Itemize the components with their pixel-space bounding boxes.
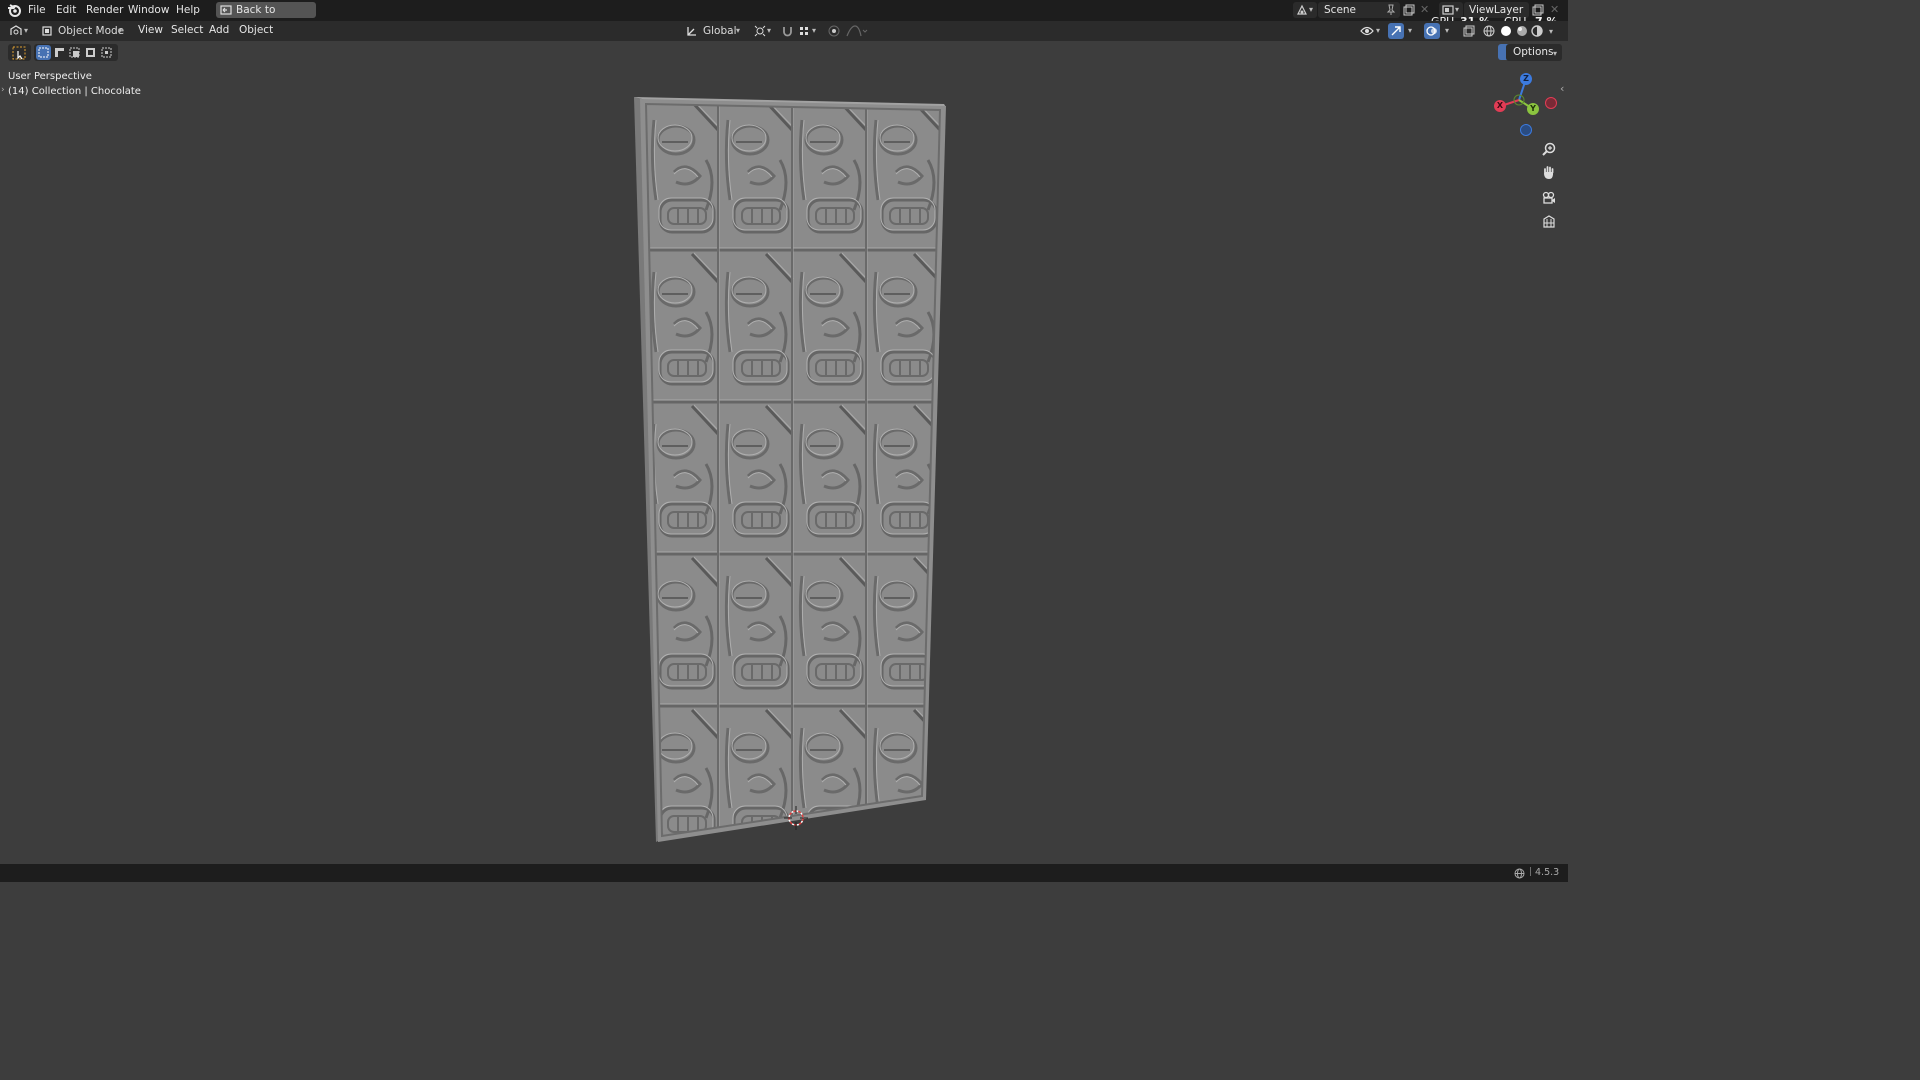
chevron-down-icon: ▾ xyxy=(767,26,772,35)
gizmo-icon xyxy=(1390,25,1402,37)
menu-window[interactable]: Window xyxy=(125,3,172,18)
snap-toggle-icon[interactable] xyxy=(781,25,794,37)
menu-edit[interactable]: Edit xyxy=(53,3,79,18)
select-intersect-icon[interactable] xyxy=(101,47,112,58)
shading-rendered-icon[interactable] xyxy=(1531,25,1543,37)
menu-add[interactable]: Add xyxy=(206,23,232,38)
3d-cursor-icon[interactable] xyxy=(784,806,808,830)
selection-mode-group xyxy=(34,44,118,61)
scene-icon xyxy=(1296,4,1308,16)
new-scene-icon[interactable] xyxy=(1403,4,1415,16)
back-icon xyxy=(220,4,232,16)
select-extend-icon[interactable] xyxy=(54,47,65,58)
collapse-arrow-icon[interactable]: › xyxy=(1,85,5,95)
hand-pan-icon xyxy=(1542,165,1556,180)
chocolate-bar-object[interactable] xyxy=(620,90,960,850)
gizmo-x-axis[interactable]: X xyxy=(1494,100,1506,112)
zoom-icon xyxy=(1542,142,1556,156)
back-to-previous-button[interactable]: Back to Previous xyxy=(216,2,316,32)
selection-mode-new[interactable] xyxy=(36,45,51,60)
visibility-dropdown[interactable]: ▾ xyxy=(1358,23,1384,39)
gizmo-z-axis[interactable]: Z xyxy=(1520,73,1532,85)
camera-icon xyxy=(1542,191,1556,205)
object-mode-dropdown[interactable]: Object Mode ▾ xyxy=(38,23,128,39)
pan-button[interactable] xyxy=(1538,162,1560,184)
xray-icon[interactable] xyxy=(1463,25,1475,37)
view-name: User Perspective xyxy=(8,71,92,82)
status-bar: | 4.5.3 xyxy=(0,864,1568,882)
transform-orientation-icon xyxy=(686,25,698,37)
scene-browse-button[interactable]: ▾ xyxy=(1293,2,1317,18)
chevron-down-icon: ▾ xyxy=(1553,49,1558,58)
chevron-down-icon: ▾ xyxy=(24,26,29,35)
transform-orientation-dropdown[interactable]: Global ▾ xyxy=(684,23,746,39)
menu-render[interactable]: Render xyxy=(83,3,126,18)
gizmo-y-axis[interactable]: Y xyxy=(1527,103,1539,115)
proportional-edit-icon[interactable] xyxy=(828,25,840,37)
gizmo-toggle[interactable]: ▾ xyxy=(1388,23,1416,39)
falloff-icon[interactable] xyxy=(846,25,868,37)
version-label: 4.5.3 xyxy=(1535,867,1560,878)
options-dropdown[interactable]: Options ▾ xyxy=(1506,44,1562,61)
top-bar: File Edit Render Window Help Back to Pre… xyxy=(0,0,1568,32)
menu-view[interactable]: View xyxy=(135,23,166,38)
chevron-down-icon: ▾ xyxy=(812,26,817,35)
menu-object[interactable]: Object xyxy=(236,23,276,38)
grid-ortho-icon xyxy=(1542,215,1556,229)
eye-icon xyxy=(1360,26,1374,36)
shading-solid-icon[interactable] xyxy=(1500,25,1512,37)
chevron-down-icon: ▾ xyxy=(1408,26,1413,35)
chevron-down-icon: ▾ xyxy=(118,26,123,35)
chevron-down-icon: ▾ xyxy=(1309,5,1314,14)
select-new-icon xyxy=(38,47,49,58)
snap-target-dropdown[interactable]: ▾ xyxy=(797,23,821,39)
select-box-tool-icon xyxy=(12,46,26,60)
ortho-toggle-button[interactable] xyxy=(1538,211,1560,233)
camera-view-button[interactable] xyxy=(1538,187,1560,209)
delete-scene-icon[interactable]: ✕ xyxy=(1420,3,1429,16)
select-invert-icon[interactable] xyxy=(85,47,96,58)
zoom-button[interactable] xyxy=(1538,138,1560,160)
options-label: Options xyxy=(1513,46,1554,58)
chevron-down-icon: ▾ xyxy=(736,26,741,35)
blender-logo-icon[interactable] xyxy=(7,3,22,18)
editor-type-icon xyxy=(9,25,22,37)
network-icon xyxy=(1514,868,1525,879)
shading-options-chevron-icon[interactable]: ▾ xyxy=(1549,27,1553,36)
menu-file[interactable]: File xyxy=(25,3,49,18)
pivot-icon xyxy=(754,25,766,37)
chevron-down-icon: ▾ xyxy=(1455,5,1460,14)
snap-grid-icon xyxy=(799,26,809,36)
overlay-toggle[interactable]: ▾ xyxy=(1424,23,1454,39)
overlay-icon xyxy=(1426,25,1438,37)
status-separator: | xyxy=(1529,867,1533,877)
menu-help[interactable]: Help xyxy=(173,3,203,18)
editor-type-button[interactable]: ▾ xyxy=(7,23,33,39)
chevron-down-icon: ▾ xyxy=(1445,26,1450,35)
viewport-header: ▾ Object Mode ▾ View Select Add Object G… xyxy=(0,21,1568,60)
pivot-point-dropdown[interactable]: ▾ xyxy=(752,23,776,39)
scene-name-field[interactable]: Scene xyxy=(1318,2,1400,18)
pin-icon[interactable] xyxy=(1386,4,1396,16)
transform-orientation-label: Global xyxy=(703,25,737,37)
select-subtract-icon[interactable] xyxy=(69,47,80,58)
tool-select-box[interactable] xyxy=(8,44,31,61)
menu-select[interactable]: Select xyxy=(168,23,206,38)
scene-name: Scene xyxy=(1324,4,1357,16)
collection-info: (14) Collection | Chocolate xyxy=(8,86,141,97)
shading-wireframe-icon[interactable] xyxy=(1483,25,1495,37)
object-mode-label: Object Mode xyxy=(58,25,125,37)
chevron-down-icon: ▾ xyxy=(1376,26,1381,35)
shading-material-icon[interactable] xyxy=(1516,25,1528,37)
object-mode-icon xyxy=(41,25,53,37)
